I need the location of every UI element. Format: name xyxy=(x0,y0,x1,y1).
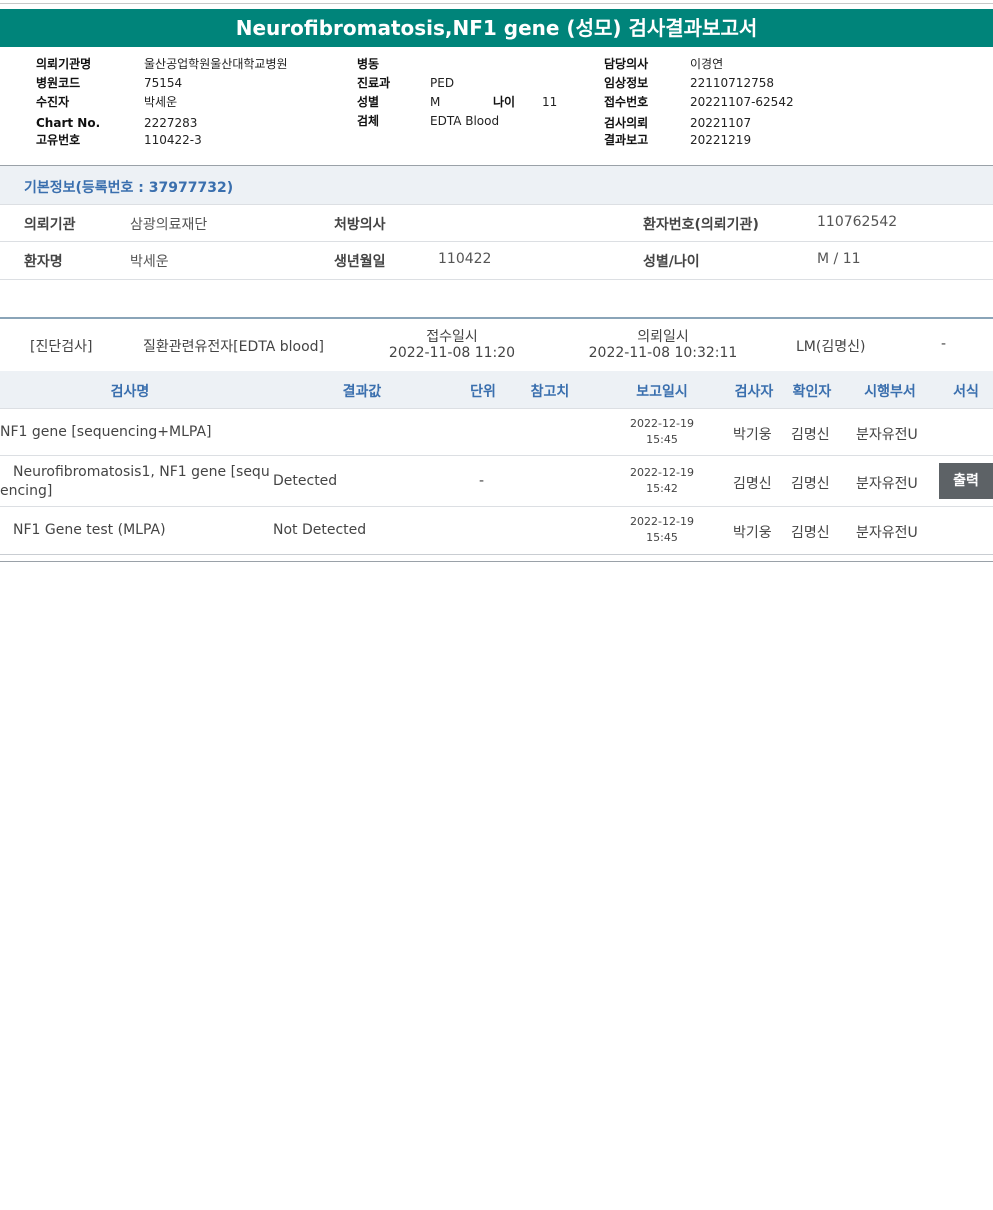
chart-no-label: Chart No. xyxy=(36,116,101,130)
clinical-info-value: 22110712758 xyxy=(690,76,774,90)
divider xyxy=(0,506,993,507)
row-report-time: 15:45 xyxy=(646,433,678,446)
col-reference: 참고치 xyxy=(530,384,570,400)
doctor-label: 담당의사 xyxy=(604,57,649,71)
col-result: 결과값 xyxy=(342,384,382,400)
institution-label: 의뢰기관명 xyxy=(36,57,92,71)
report-title: Neurofibromatosis,NF1 gene (성모) 검사결과보고서 xyxy=(0,9,993,47)
basic-name-value: 박세운 xyxy=(130,254,169,270)
unique-no-value: 110422-3 xyxy=(144,133,202,147)
receipt-no-value: 20221107-62542 xyxy=(690,95,794,109)
basic-inst-value: 삼광의료재단 xyxy=(130,217,208,233)
row-report-time: 15:42 xyxy=(646,482,678,495)
order-request-label: 의뢰일시 xyxy=(637,329,689,345)
row-report-time: 15:45 xyxy=(646,531,678,544)
divider xyxy=(0,204,993,205)
row-tester: 김명신 xyxy=(733,476,772,492)
dept-value: PED xyxy=(430,76,455,90)
row-confirmer: 김명신 xyxy=(791,427,830,443)
receipt-no-label: 접수번호 xyxy=(604,95,649,109)
order-request-value: 2022-11-08 10:32:11 xyxy=(588,345,738,361)
clinical-info-label: 임상정보 xyxy=(604,76,649,90)
specimen-value: EDTA Blood xyxy=(430,114,500,128)
order-receipt-value: 2022-11-08 11:20 xyxy=(388,345,516,361)
basic-patno-label: 환자번호(의뢰기관) xyxy=(643,217,759,233)
request-date-value: 20221107 xyxy=(690,116,752,130)
col-test-name: 검사명 xyxy=(110,384,150,400)
row-test-name-line2: encing] xyxy=(0,483,53,499)
row-test-name: NF1 gene [sequencing+MLPA] xyxy=(0,424,212,440)
row-test-name-line1: Neurofibromatosis1, NF1 gene [sequ xyxy=(13,464,270,480)
ward-label: 병동 xyxy=(357,57,380,71)
age-label: 나이 xyxy=(493,95,516,109)
doctor-value: 이경연 xyxy=(690,57,724,71)
order-category: [진단검사] xyxy=(30,339,93,355)
divider xyxy=(0,241,993,242)
patient-label: 수진자 xyxy=(36,95,70,109)
row-report-datetime: 2022-12-19 15:45 xyxy=(622,416,702,448)
row-tester: 박기웅 xyxy=(733,427,772,443)
unique-no-label: 고유번호 xyxy=(36,133,81,147)
row-confirmer: 김명신 xyxy=(791,525,830,541)
row-report-datetime: 2022-12-19 15:45 xyxy=(622,514,702,546)
basic-birth-label: 생년월일 xyxy=(334,254,386,270)
row-result: Detected xyxy=(273,473,338,489)
order-dash: - xyxy=(941,336,947,352)
basic-sexage-label: 성별/나이 xyxy=(643,254,700,270)
row-dept: 분자유전U xyxy=(856,476,918,492)
divider xyxy=(0,408,993,409)
basic-patno-value: 110762542 xyxy=(817,214,898,230)
row-dept: 분자유전U xyxy=(856,525,918,541)
row-test-name: NF1 Gene test (MLPA) xyxy=(13,522,166,538)
col-unit: 단위 xyxy=(470,384,496,400)
row-dept: 분자유전U xyxy=(856,427,918,443)
basic-birth-value: 110422 xyxy=(438,251,492,267)
result-date-label: 결과보고 xyxy=(604,133,649,147)
institution-value: 울산공업학원울산대학교병원 xyxy=(144,57,288,71)
row-unit: - xyxy=(479,473,485,489)
hospital-code-label: 병원코드 xyxy=(36,76,81,90)
hospital-code-value: 75154 xyxy=(144,76,183,90)
col-confirmer: 확인자 xyxy=(792,384,832,400)
col-dept: 시행부서 xyxy=(864,384,916,400)
basic-sexage-value: M / 11 xyxy=(817,251,861,267)
dept-label: 진료과 xyxy=(357,76,391,90)
age-value: 11 xyxy=(542,95,558,109)
sex-value: M xyxy=(430,95,441,109)
row-confirmer: 김명신 xyxy=(791,476,830,492)
request-date-label: 검사의뢰 xyxy=(604,116,649,130)
basic-info-bar: 기본정보(등록번호 : 37977732) xyxy=(0,166,993,204)
patient-value: 박세운 xyxy=(144,95,178,109)
row-tester: 박기웅 xyxy=(733,525,772,541)
divider xyxy=(0,279,993,280)
specimen-label: 검체 xyxy=(357,114,380,128)
result-date-value: 20221219 xyxy=(690,133,752,147)
basic-info-title: 기본정보(등록번호 : 37977732) xyxy=(24,180,234,196)
divider xyxy=(0,455,993,456)
col-format: 서식 xyxy=(953,384,979,400)
order-lab: LM(김명신) xyxy=(796,339,866,355)
sex-label: 성별 xyxy=(357,95,380,109)
order-divider xyxy=(0,317,993,319)
order-name: 질환관련유전자[EDTA blood] xyxy=(143,339,324,355)
top-divider xyxy=(0,3,993,4)
order-receipt-label: 접수일시 xyxy=(426,329,478,345)
row-result: Not Detected xyxy=(273,522,367,538)
print-button[interactable]: 출력 xyxy=(939,463,993,499)
chart-no-value: 2227283 xyxy=(144,116,198,130)
basic-prescriber-label: 처방의사 xyxy=(334,217,386,233)
col-report-date: 보고일시 xyxy=(636,384,688,400)
row-report-date: 2022-12-19 xyxy=(630,417,694,430)
basic-inst-label: 의뢰기관 xyxy=(24,217,76,233)
row-report-datetime: 2022-12-19 15:42 xyxy=(622,465,702,497)
col-tester: 검사자 xyxy=(734,384,774,400)
divider xyxy=(0,554,993,555)
row-report-date: 2022-12-19 xyxy=(630,466,694,479)
footer-divider xyxy=(0,561,993,562)
row-report-date: 2022-12-19 xyxy=(630,515,694,528)
basic-name-label: 환자명 xyxy=(24,254,63,270)
